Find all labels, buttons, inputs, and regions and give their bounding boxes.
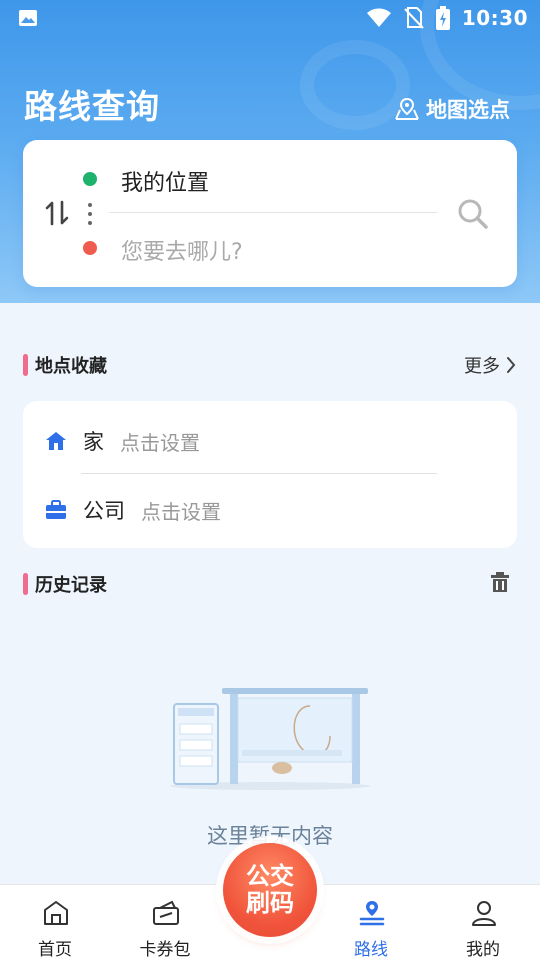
divider [109, 212, 437, 213]
trash-icon[interactable] [490, 571, 510, 593]
bus-qr-pay-button[interactable]: 公交 刷码 [223, 843, 317, 937]
map-pick-button[interactable]: 地图选点 [394, 94, 510, 124]
map-pick-label: 地图选点 [426, 98, 510, 122]
page-title: 路线查询 [24, 87, 160, 126]
map-pin-icon [395, 97, 419, 120]
briefcase-icon [46, 500, 66, 519]
wifi-icon [366, 8, 391, 27]
origin-field[interactable]: 我的位置 [121, 165, 209, 197]
tab-label: 路线 [354, 940, 388, 960]
favorite-company-row[interactable]: 公司 点击设置 [45, 495, 221, 525]
route-search-card: 我的位置 您要去哪儿? [23, 140, 517, 287]
favorite-name: 家 [83, 430, 104, 454]
fab-label-line1: 公交 [246, 862, 294, 890]
divider [81, 473, 437, 474]
coupon-icon [153, 900, 179, 925]
no-sim-icon [404, 7, 424, 29]
fab-label-line2: 刷码 [246, 889, 294, 917]
tab-route[interactable]: 路线 [321, 885, 421, 960]
favorites-card: 家 点击设置 公司 点击设置 [23, 401, 517, 548]
end-dot [83, 241, 97, 255]
route-icon [359, 901, 385, 926]
tab-label: 首页 [38, 940, 72, 960]
empty-bus-stop-illustration [170, 688, 370, 790]
tab-profile[interactable]: 我的 [433, 885, 533, 960]
section-marker [23, 354, 28, 376]
favorite-hint: 点击设置 [120, 430, 200, 455]
chevron-right-icon [507, 357, 516, 373]
history-header: 历史记录 [23, 571, 107, 597]
favorite-name: 公司 [83, 499, 125, 523]
clock: 10:30 [461, 6, 528, 30]
favorite-home-row[interactable]: 家 点击设置 [45, 426, 200, 456]
favorites-title: 地点收藏 [35, 356, 107, 377]
destination-field[interactable]: 您要去哪儿? [121, 234, 243, 266]
battery-charging-icon [435, 6, 450, 30]
home-icon [46, 432, 66, 450]
search-icon[interactable] [457, 198, 489, 230]
swap-icon[interactable] [45, 200, 69, 226]
tab-label: 卡券包 [139, 940, 191, 960]
favorite-hint: 点击设置 [141, 499, 221, 524]
tab-label: 我的 [466, 940, 500, 960]
start-dot [83, 172, 97, 186]
status-bar: 10:30 [0, 0, 540, 36]
section-marker [23, 573, 28, 595]
home-outline-icon [44, 901, 68, 925]
user-icon [472, 901, 496, 926]
vertical-dots-icon [88, 203, 92, 225]
image-icon [19, 10, 37, 26]
more-label: 更多 [464, 356, 500, 377]
tab-coupons[interactable]: 卡券包 [115, 885, 215, 960]
history-title: 历史记录 [35, 575, 107, 596]
tab-home[interactable]: 首页 [5, 885, 105, 960]
favorites-header: 地点收藏 [23, 352, 107, 378]
more-favorites-link[interactable]: 更多 [464, 352, 516, 378]
